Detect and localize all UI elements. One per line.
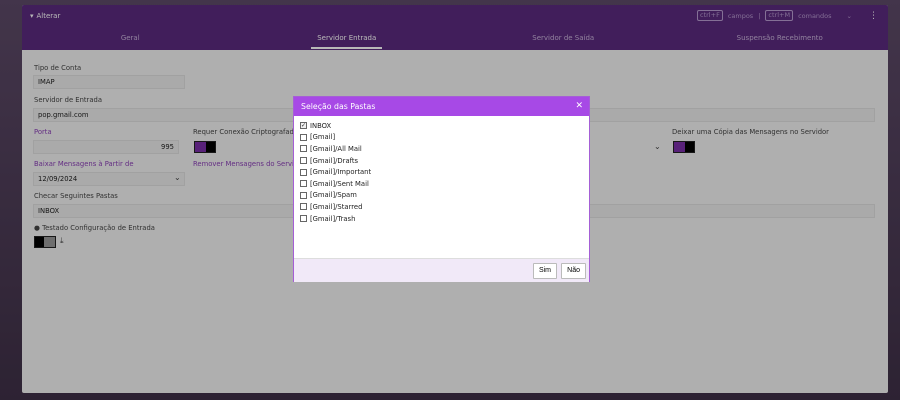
folder-label: [Gmail]/Spam (310, 191, 357, 200)
folder-label: [Gmail]/Drafts (310, 156, 359, 165)
folder-checkbox[interactable] (300, 168, 307, 176)
folder-checkbox[interactable] (300, 157, 307, 165)
folder-checkbox[interactable] (300, 191, 307, 199)
folder-item[interactable]: ✓ INBOX (300, 120, 583, 132)
folder-label: [Gmail]/All Mail (310, 144, 362, 153)
close-icon[interactable]: ✕ (575, 97, 583, 116)
folder-label: [Gmail]/Starred (310, 202, 363, 211)
folder-label: INBOX (310, 121, 332, 130)
folder-checkbox[interactable] (300, 133, 307, 141)
folder-selection-dialog: Seleção das Pastas ✕ ✓ INBOX [Gmail] [Gmail… (293, 96, 590, 282)
folder-item[interactable]: [Gmail]/Trash (300, 213, 583, 225)
sim-button[interactable]: Sim (532, 263, 557, 279)
dialog-title: Seleção das Pastas (301, 102, 376, 111)
folder-item[interactable]: [Gmail]/Drafts (300, 155, 583, 167)
folder-label: [Gmail]/Sent Mail (310, 179, 369, 188)
folder-item[interactable]: [Gmail]/Starred (300, 201, 583, 213)
folder-item[interactable]: [Gmail] (300, 132, 583, 144)
dialog-header: Seleção das Pastas ✕ (294, 97, 589, 116)
folder-checkbox[interactable] (300, 203, 307, 211)
folder-item[interactable]: [Gmail]/Sent Mail (300, 178, 583, 190)
dialog-footer: Sim Não (294, 258, 589, 282)
folder-label: [Gmail] (310, 133, 336, 142)
folder-item[interactable]: [Gmail]/Important (300, 166, 583, 178)
folder-item[interactable]: [Gmail]/All Mail (300, 143, 583, 155)
folder-item[interactable]: [Gmail]/Spam (300, 190, 583, 202)
folder-checkbox[interactable] (300, 215, 307, 223)
folder-list: ✓ INBOX [Gmail] [Gmail]/All Mail [Gmail]/Dra… (294, 116, 589, 258)
folder-label: [Gmail]/Trash (310, 214, 356, 223)
folder-checkbox[interactable] (300, 145, 307, 153)
folder-label: [Gmail]/Important (310, 168, 372, 177)
folder-checkbox[interactable]: ✓ (300, 122, 307, 130)
folder-checkbox[interactable] (300, 180, 307, 188)
nao-button[interactable]: Não (561, 263, 586, 279)
